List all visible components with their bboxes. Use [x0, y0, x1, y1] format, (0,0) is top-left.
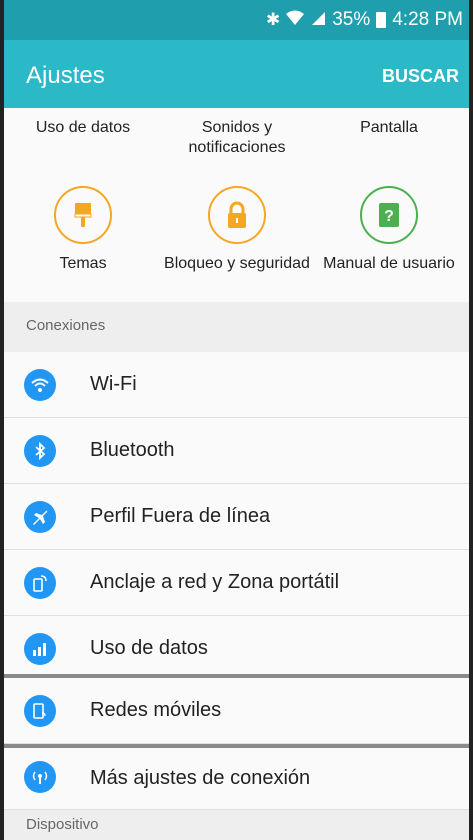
search-button[interactable]: BUSCAR: [382, 66, 459, 87]
battery-icon: [376, 12, 387, 28]
quick-setting-label: Pantalla: [360, 119, 418, 136]
settings-row-mobile-networks[interactable]: Redes móviles: [0, 678, 473, 744]
settings-row-label: Uso de datos: [90, 637, 208, 659]
settings-row-label: Más ajustes de conexión: [90, 767, 311, 789]
quick-setting-label: Temas: [59, 255, 107, 272]
highlight-separator-bottom: [0, 744, 473, 748]
quick-setting-bloqueo[interactable]: Bloqueo y seguridad: [162, 186, 312, 274]
settings-row-label: Redes móviles: [90, 699, 222, 721]
settings-row-bluetooth[interactable]: Bluetooth: [0, 418, 473, 484]
lock-icon: [208, 186, 266, 244]
wifi-status-icon: [286, 10, 305, 31]
page-title: Ajustes: [26, 62, 105, 89]
status-bar: ✱ 35% 4:28 PM: [0, 0, 473, 40]
highlight-separator-top: [0, 674, 473, 678]
quick-setting-sonidos[interactable]: Sonidos y notificaciones: [162, 118, 312, 158]
settings-row-airplane[interactable]: Perfil Fuera de línea: [0, 484, 473, 550]
battery-percent: 35%: [332, 9, 371, 30]
settings-row-label: Wi-Fi: [90, 373, 137, 395]
quick-settings-grid: Uso de datos Sonidos y notificaciones Pa…: [0, 108, 473, 302]
settings-row-more-connection[interactable]: Más ajustes de conexión: [0, 748, 473, 810]
settings-row-label: Perfil Fuera de línea: [90, 505, 271, 527]
settings-row-hotspot[interactable]: Anclaje a red y Zona portátil: [0, 550, 473, 616]
quick-setting-uso-de-datos[interactable]: Uso de datos: [8, 118, 158, 138]
section-header-dispositivo: Dispositivo: [0, 810, 473, 840]
paint-brush-icon: [54, 186, 112, 244]
quick-setting-label: Bloqueo y seguridad: [164, 255, 310, 272]
settings-row-label: Bluetooth: [90, 439, 175, 461]
quick-setting-temas[interactable]: Temas: [8, 186, 158, 274]
quick-setting-label: Uso de datos: [35, 119, 131, 136]
settings-row-wifi[interactable]: Wi-Fi: [0, 352, 473, 418]
app-bar: Ajustes BUSCAR: [0, 40, 473, 108]
help-book-icon: ?: [360, 186, 418, 244]
section-header-conexiones: Conexiones: [0, 302, 473, 352]
quick-setting-manual[interactable]: ? Manual de usuario: [314, 186, 464, 274]
quick-setting-label: Manual de usuario: [323, 255, 455, 272]
more-connection-icon: [24, 761, 56, 793]
settings-row-data-usage[interactable]: Uso de datos: [0, 616, 473, 682]
clock: 4:28 PM: [392, 9, 463, 30]
airplane-icon: [24, 501, 56, 533]
bluetooth-icon: [24, 435, 56, 467]
quick-setting-pantalla[interactable]: Pantalla: [314, 118, 464, 138]
data-usage-icon: [24, 633, 56, 665]
quick-setting-label: Sonidos y notificaciones: [188, 119, 286, 156]
mobile-network-icon: [24, 695, 56, 727]
svg-text:?: ?: [384, 208, 394, 225]
bluetooth-status-icon: ✱: [265, 10, 281, 29]
wifi-icon: [24, 369, 56, 401]
hotspot-icon: [24, 567, 56, 599]
settings-row-label: Anclaje a red y Zona portátil: [90, 571, 340, 593]
signal-icon: [310, 10, 326, 31]
